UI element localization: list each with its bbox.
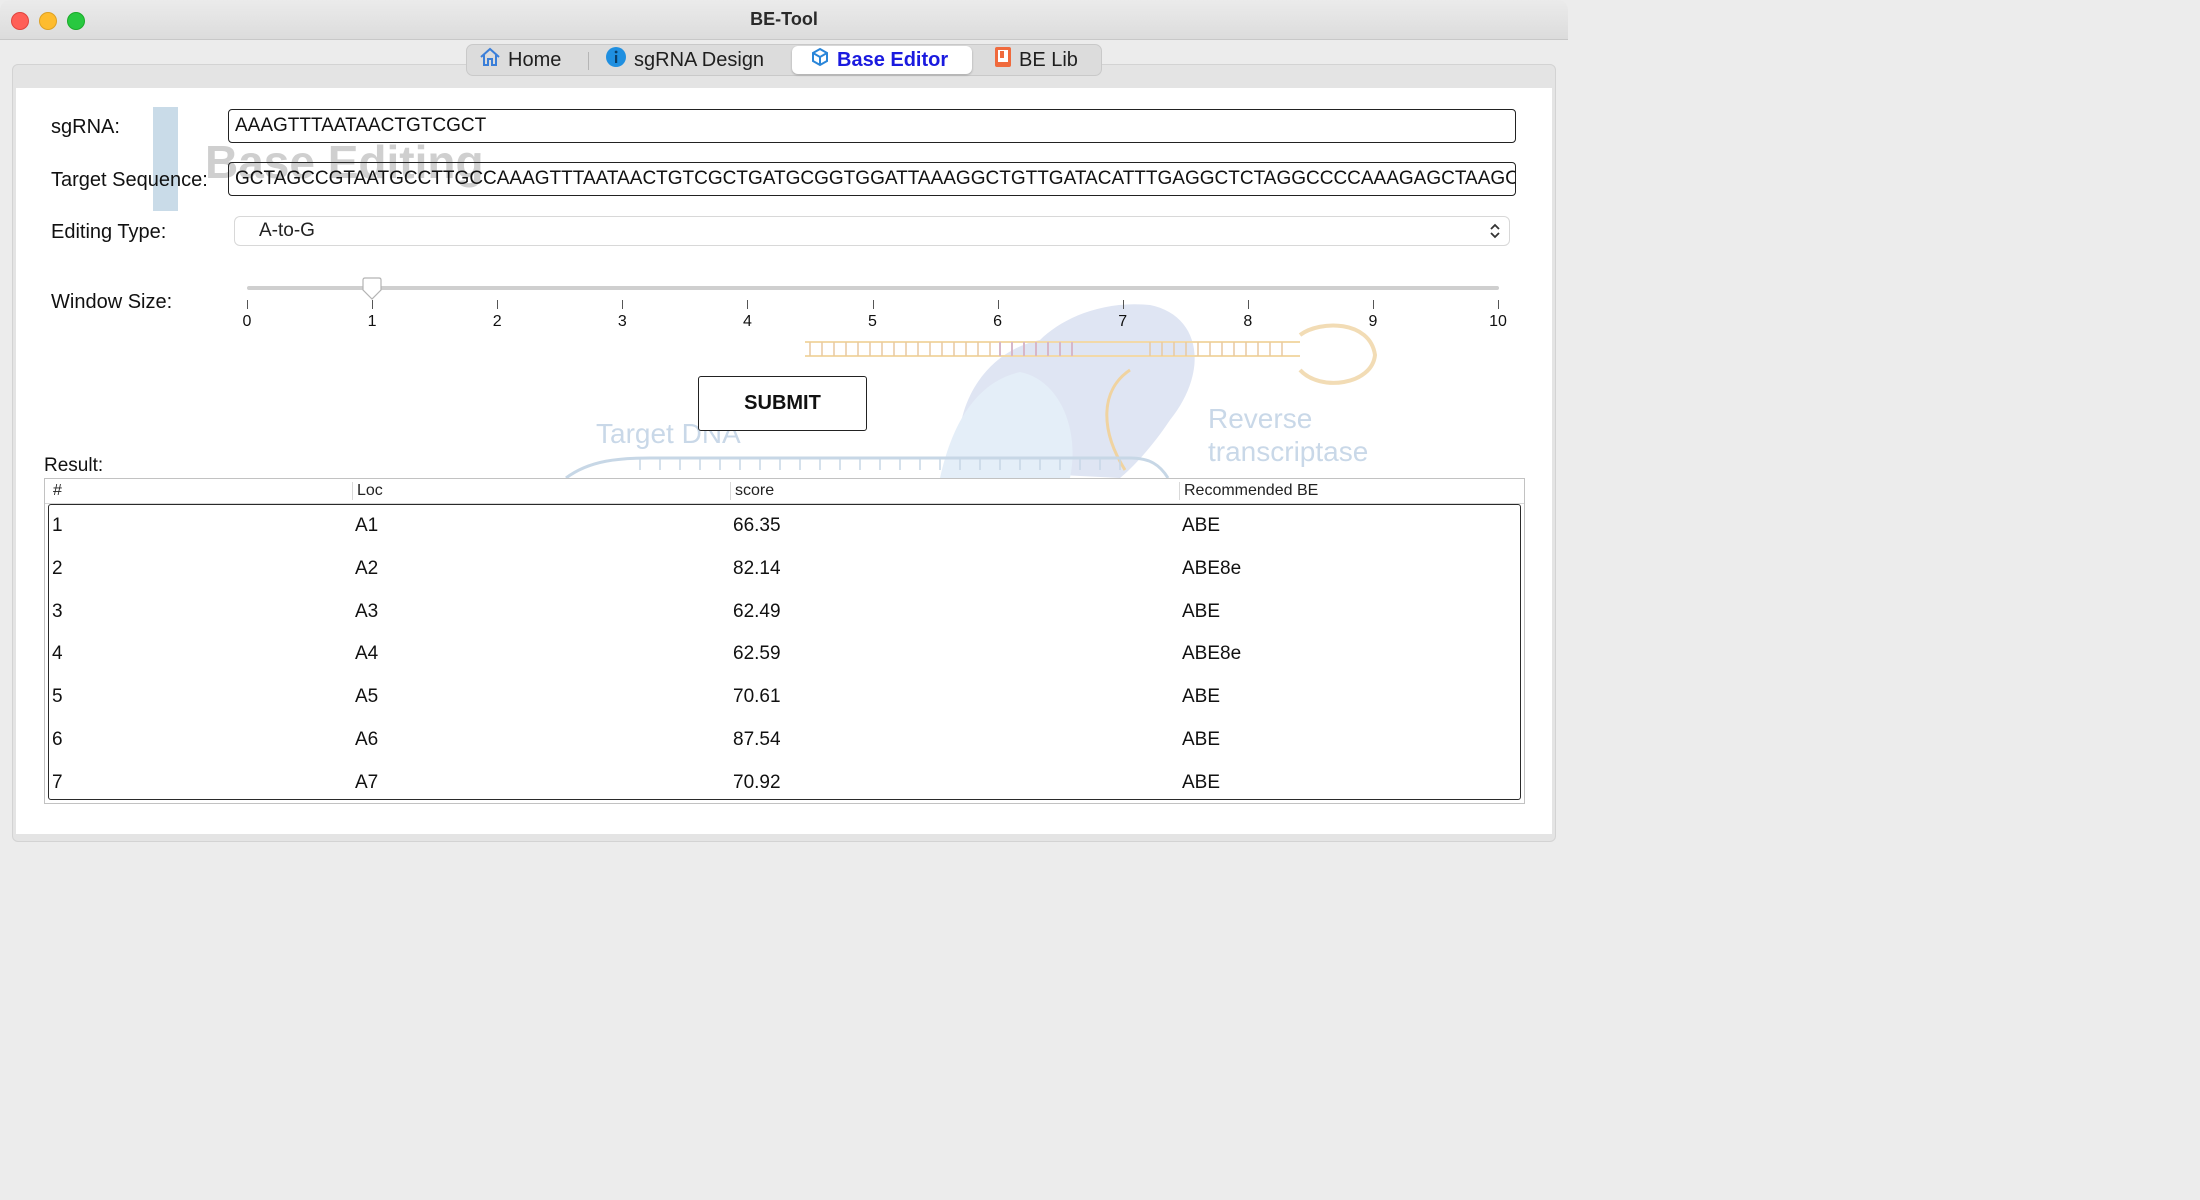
table-cell: 70.92 xyxy=(733,771,781,793)
table-cell: 62.59 xyxy=(733,643,781,665)
table-cell: ABE xyxy=(1182,771,1221,793)
tab-divider xyxy=(588,52,589,70)
column-header-loc[interactable]: Loc xyxy=(352,482,383,500)
tab-sgrna-design-label: sgRNA Design xyxy=(634,48,765,71)
table-cell: 70.61 xyxy=(733,686,781,708)
column-header-recommended-be[interactable]: Recommended BE xyxy=(1179,482,1318,500)
slider-tick-label: 5 xyxy=(868,313,877,330)
app-window: BE-Tool Home sgRNA Design Base Editor BE… xyxy=(0,0,1568,855)
slider-tick-label: 6 xyxy=(993,313,1003,330)
slider-tick-label: 0 xyxy=(242,313,252,330)
slider-tick-label: 9 xyxy=(1368,313,1378,330)
table-cell: A7 xyxy=(355,771,379,793)
table-cell: 3 xyxy=(52,600,63,622)
table-cell: 5 xyxy=(52,686,63,708)
slider-tick-label: 3 xyxy=(617,313,627,330)
slider-tick xyxy=(622,300,624,309)
table-cell: 6 xyxy=(52,729,63,750)
window-size-label: Window Size: xyxy=(51,291,173,313)
window-size-slider-thumb[interactable] xyxy=(361,277,383,300)
window-title: BE-Tool xyxy=(750,9,818,29)
table-cell: A4 xyxy=(355,643,379,665)
table-cell: ABE xyxy=(1182,600,1221,622)
slider-tick xyxy=(497,300,499,309)
table-row[interactable]: 2 A2 82.14 ABE8e xyxy=(49,548,1520,591)
slider-tick xyxy=(372,300,374,309)
tab-base-editor-label: Base Editor xyxy=(837,48,949,71)
table-cell: ABE8e xyxy=(1182,643,1242,665)
slider-tick xyxy=(872,300,874,309)
result-table: # Loc score Recommended BE 1 A1 66.35 ABE 2 A… xyxy=(44,478,1525,804)
info-icon xyxy=(605,46,627,74)
slider-tick-label: 1 xyxy=(367,313,377,330)
table-cell: ABE xyxy=(1182,515,1221,536)
slider-tick-label: 8 xyxy=(1243,313,1253,330)
table-cell: 66.35 xyxy=(733,515,781,536)
table-cell: 7 xyxy=(52,771,63,793)
table-cell: A6 xyxy=(355,729,379,750)
table-row[interactable]: 6 A6 87.54 ABE xyxy=(49,719,1520,762)
home-icon xyxy=(479,46,501,74)
table-row[interactable]: 7 A7 70.92 ABE xyxy=(49,762,1520,805)
tab-home[interactable]: Home xyxy=(479,46,591,74)
slider-tick xyxy=(1498,300,1499,309)
table-body: 1 A1 66.35 ABE 2 A2 82.14 ABE8e 3 A3 62.49 ABE 4 A4 62… xyxy=(48,504,1521,800)
table-cell: 87.54 xyxy=(733,729,781,750)
table-cell: A3 xyxy=(355,600,379,622)
table-cell: A1 xyxy=(355,515,379,536)
sgrna-label: sgRNA: xyxy=(51,116,120,138)
slider-tick-label: 10 xyxy=(1489,313,1507,330)
tab-be-lib-label: BE Lib xyxy=(1019,48,1078,71)
result-label: Result: xyxy=(44,455,104,476)
select-arrows-icon xyxy=(1489,221,1501,247)
tab-home-label: Home xyxy=(508,48,562,71)
table-cell: 1 xyxy=(52,515,63,536)
table-cell: ABE xyxy=(1182,729,1221,750)
target-sequence-input[interactable]: GCTAGCCGTAATGCCTTGCCAAAGTTTAATAACTGTCGCT… xyxy=(228,162,1516,196)
column-header-score[interactable]: score xyxy=(730,482,774,500)
submit-button[interactable]: SUBMIT xyxy=(698,376,867,431)
book-icon xyxy=(994,46,1012,74)
table-cell: ABE8e xyxy=(1182,557,1242,579)
slider-tick-label: 7 xyxy=(1118,313,1128,330)
window-size-slider[interactable] xyxy=(247,286,1499,290)
slider-tick xyxy=(997,300,999,309)
slider-tick-label: 4 xyxy=(742,313,752,330)
column-header-index[interactable]: # xyxy=(49,482,62,500)
editing-type-label: Editing Type: xyxy=(51,221,167,243)
cube-icon xyxy=(810,47,830,73)
table-cell: 82.14 xyxy=(733,557,781,579)
tab-base-editor[interactable]: Base Editor xyxy=(792,46,972,74)
table-row[interactable]: 5 A5 70.61 ABE xyxy=(49,676,1520,719)
slider-tick-label: 2 xyxy=(492,313,502,330)
table-row[interactable]: 4 A4 62.59 ABE8e xyxy=(49,633,1520,676)
table-row[interactable]: 3 A3 62.49 ABE xyxy=(49,591,1520,634)
title-bar: BE-Tool xyxy=(0,0,1568,40)
table-cell: 62.49 xyxy=(733,600,781,622)
table-cell: ABE xyxy=(1182,686,1221,708)
table-cell: 2 xyxy=(52,557,63,579)
slider-tick xyxy=(247,300,248,309)
tab-be-lib[interactable]: BE Lib xyxy=(994,46,1094,74)
slider-tick xyxy=(747,300,749,309)
editing-type-value: A-to-G xyxy=(259,220,315,241)
slider-tick xyxy=(1372,300,1374,309)
table-cell: A2 xyxy=(355,557,379,579)
table-cell: A5 xyxy=(355,686,379,708)
slider-tick xyxy=(1122,300,1124,309)
table-cell: 4 xyxy=(52,643,63,665)
table-row[interactable]: 1 A1 66.35 ABE xyxy=(49,505,1520,548)
table-header: # Loc score Recommended BE xyxy=(45,479,1524,504)
tab-sgrna-design[interactable]: sgRNA Design xyxy=(605,46,785,74)
editing-type-select[interactable]: A-to-G xyxy=(234,216,1510,246)
target-sequence-label: Target Sequence: xyxy=(51,169,208,191)
slider-tick xyxy=(1247,300,1249,309)
sgrna-input[interactable]: AAAGTTTAATAACTGTCGCT xyxy=(228,109,1516,143)
tab-bar: Home sgRNA Design Base Editor BE Lib xyxy=(466,44,1102,76)
